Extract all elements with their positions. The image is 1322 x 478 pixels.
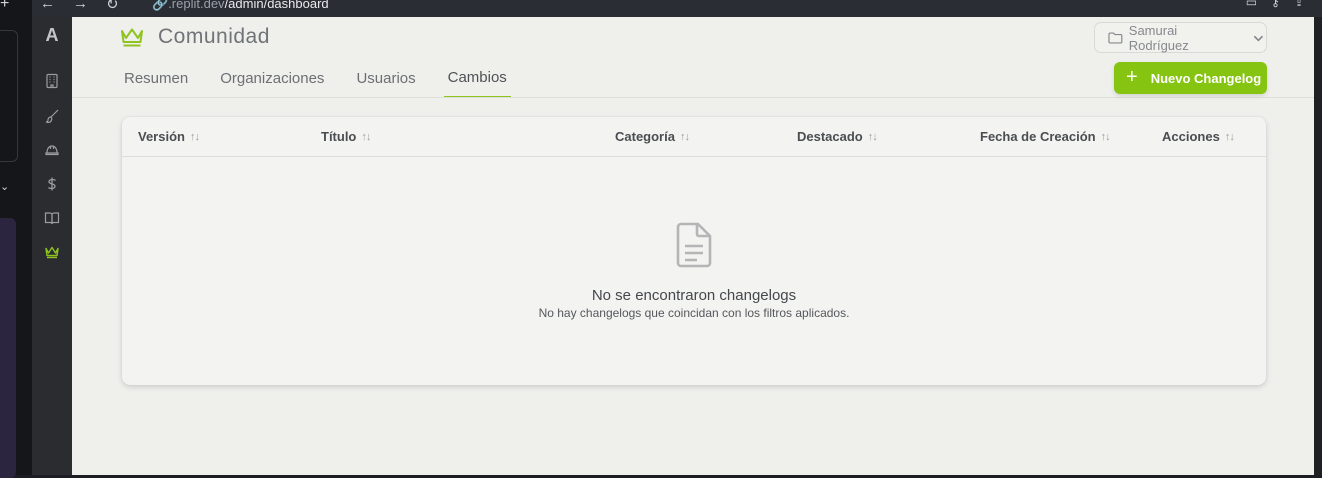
os-panel xyxy=(0,30,18,162)
hard-hat-icon xyxy=(45,145,59,156)
url-host: .replit.dev xyxy=(168,0,225,11)
tab-bar: Resumen Organizaciones Usuarios Cambios xyxy=(124,67,543,98)
page-header: Comunidad xyxy=(120,25,270,49)
sidebar-item-brush[interactable] xyxy=(42,106,62,126)
table-header: Versión ↑↓ Título ↑↓ Categoría ↑↓ Destacado… xyxy=(122,117,1266,157)
page-title: Comunidad xyxy=(158,25,270,48)
dollar-icon xyxy=(47,177,56,191)
folder-icon xyxy=(1108,31,1123,44)
user-select-value: Samurai Rodríguez xyxy=(1128,22,1189,53)
key-icon[interactable]: ⚷ xyxy=(1271,0,1280,9)
sidebar-item-hardhat[interactable] xyxy=(42,139,62,159)
sidebar-item-docs[interactable] xyxy=(42,208,62,228)
sidebar-item-billing[interactable] xyxy=(42,174,62,194)
tab-divider xyxy=(72,97,1314,98)
column-header-version[interactable]: Versión ↑↓ xyxy=(138,129,200,144)
tab-organizaciones[interactable]: Organizaciones xyxy=(220,67,324,98)
document-icon xyxy=(676,222,712,268)
link-icon: 🔗 xyxy=(152,0,169,11)
chevron-down-icon[interactable]: ⌄ xyxy=(0,180,9,193)
sidebar-item-community[interactable] xyxy=(42,242,62,262)
main-content: Comunidad Samurai Rodríguez Resumen Orga… xyxy=(72,17,1314,475)
new-changelog-button[interactable]: + Nuevo Changelog xyxy=(1114,62,1267,94)
building-icon xyxy=(46,73,58,89)
share-icon[interactable]: ⇪ xyxy=(1294,0,1304,9)
brush-icon xyxy=(45,109,59,124)
tab-cambios[interactable]: Cambios xyxy=(443,67,511,98)
sort-icon: ↑↓ xyxy=(361,130,371,143)
sort-icon: ↑↓ xyxy=(1100,130,1111,143)
forward-icon[interactable]: → xyxy=(73,0,88,13)
tab-resumen[interactable]: Resumen xyxy=(124,67,188,98)
new-tab-plus-icon[interactable]: + xyxy=(0,0,9,13)
plus-icon: + xyxy=(1126,66,1138,88)
reload-icon[interactable]: ↻ xyxy=(106,0,119,13)
column-header-title[interactable]: Título ↑↓ xyxy=(321,129,371,144)
new-changelog-label: Nuevo Changelog xyxy=(1150,70,1262,86)
url-path: /admin/dashboard xyxy=(224,0,329,11)
app-sidebar: A xyxy=(32,17,72,475)
sort-icon: ↑↓ xyxy=(867,130,878,143)
changelog-table: Versión ↑↓ Título ↑↓ Categoría ↑↓ Destacado… xyxy=(122,117,1266,385)
sidebar-item-building[interactable] xyxy=(42,71,62,91)
empty-state-subtitle: No hay changelogs que coincidan con los … xyxy=(538,306,850,320)
scrollbar-track[interactable] xyxy=(1314,17,1322,475)
column-header-actions[interactable]: Acciones ↑↓ xyxy=(1162,129,1235,144)
sort-icon: ↑↓ xyxy=(679,130,690,143)
address-bar[interactable]: 🔗.replit.dev/admin/dashboard xyxy=(152,0,329,12)
browser-toolbar: ← → ↻ 🔗.replit.dev/admin/dashboard ▭ ⚷ ⇪ xyxy=(32,0,1322,17)
back-icon[interactable]: ← xyxy=(40,0,55,13)
book-icon xyxy=(44,212,60,225)
os-left-strip: + ⌄ xyxy=(0,0,32,478)
sort-icon: ↑↓ xyxy=(1224,130,1235,143)
os-panel-purple xyxy=(0,218,16,478)
browser-nav: ← → ↻ xyxy=(40,0,119,13)
browser-actions: ▭ ⚷ ⇪ xyxy=(1246,0,1304,9)
column-header-category[interactable]: Categoría ↑↓ xyxy=(615,129,690,144)
column-header-featured[interactable]: Destacado ↑↓ xyxy=(797,129,878,144)
crown-icon xyxy=(121,28,143,47)
cast-icon[interactable]: ▭ xyxy=(1246,0,1257,9)
empty-state: No se encontraron changelogs No hay chan… xyxy=(122,157,1266,385)
empty-state-title: No se encontraron changelogs xyxy=(591,287,797,304)
sort-icon: ↑↓ xyxy=(189,130,200,143)
column-header-created[interactable]: Fecha de Creación ↑↓ xyxy=(980,129,1111,144)
chevron-down-icon xyxy=(1253,35,1264,41)
app-logo[interactable]: A xyxy=(32,25,72,46)
tab-usuarios[interactable]: Usuarios xyxy=(356,67,415,98)
user-select[interactable]: Samurai Rodríguez xyxy=(1094,22,1267,53)
crown-icon xyxy=(45,246,59,259)
